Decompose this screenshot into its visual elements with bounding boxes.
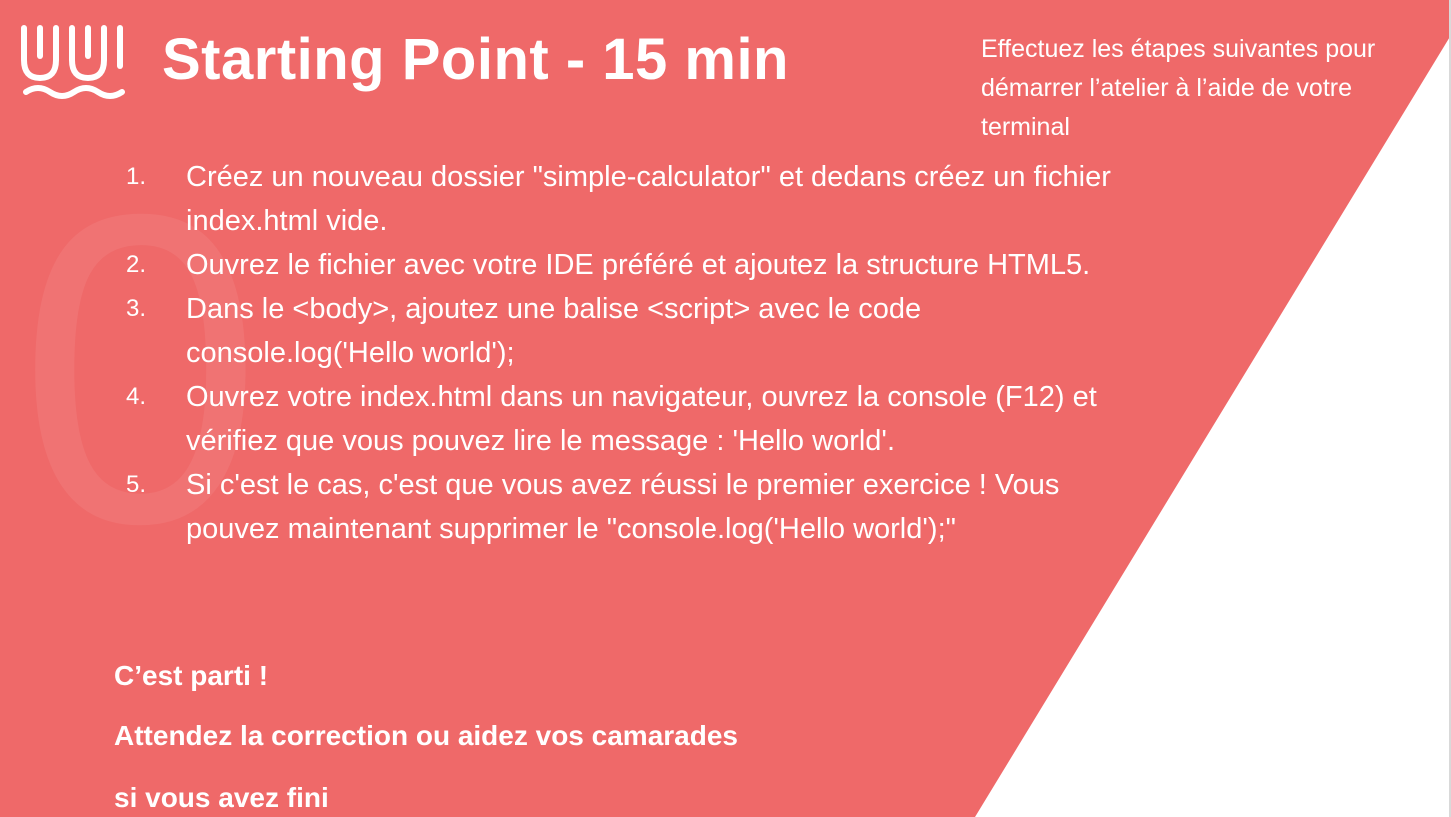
- step-number: 3.: [126, 295, 147, 322]
- step-text: Créez un nouveau dossier "simple-calcula…: [186, 161, 1111, 237]
- steps-list: 1. Créez un nouveau dossier "simple-calc…: [118, 155, 1128, 551]
- footer-wait-text: Attendez la correction ou aidez vos cama…: [114, 720, 738, 751]
- slide: 0 Starting Point - 15 min Effectuez les …: [0, 0, 1451, 817]
- step-item: 2. Ouvrez le fichier avec votre IDE préf…: [118, 243, 1128, 287]
- page-subtitle: Effectuez les étapes suivantes pour déma…: [981, 35, 1376, 141]
- step-item: 1. Créez un nouveau dossier "simple-calc…: [118, 155, 1128, 243]
- step-item: 5. Si c'est le cas, c'est que vous avez …: [118, 463, 1128, 551]
- footer-start-text: C’est parti !: [114, 660, 269, 691]
- step-text: Ouvrez votre index.html dans un navigate…: [186, 381, 1097, 457]
- step-number: 5.: [126, 471, 147, 498]
- step-text: Ouvrez le fichier avec votre IDE préféré…: [186, 249, 1091, 281]
- step-item: 4. Ouvrez votre index.html dans un navig…: [118, 375, 1128, 463]
- step-text: Si c'est le cas, c'est que vous avez réu…: [186, 469, 1060, 545]
- step-number: 2.: [126, 251, 147, 278]
- step-number: 4.: [126, 383, 147, 410]
- footer-finished-text: si vous avez fini: [114, 782, 329, 813]
- step-item: 3. Dans le <body>, ajoutez une balise <s…: [118, 287, 1128, 375]
- page-title: Starting Point - 15 min: [162, 27, 789, 92]
- step-text: Dans le <body>, ajoutez une balise <scri…: [186, 293, 922, 369]
- step-number: 1.: [126, 163, 147, 190]
- wild-code-school-logo-icon: [21, 25, 125, 99]
